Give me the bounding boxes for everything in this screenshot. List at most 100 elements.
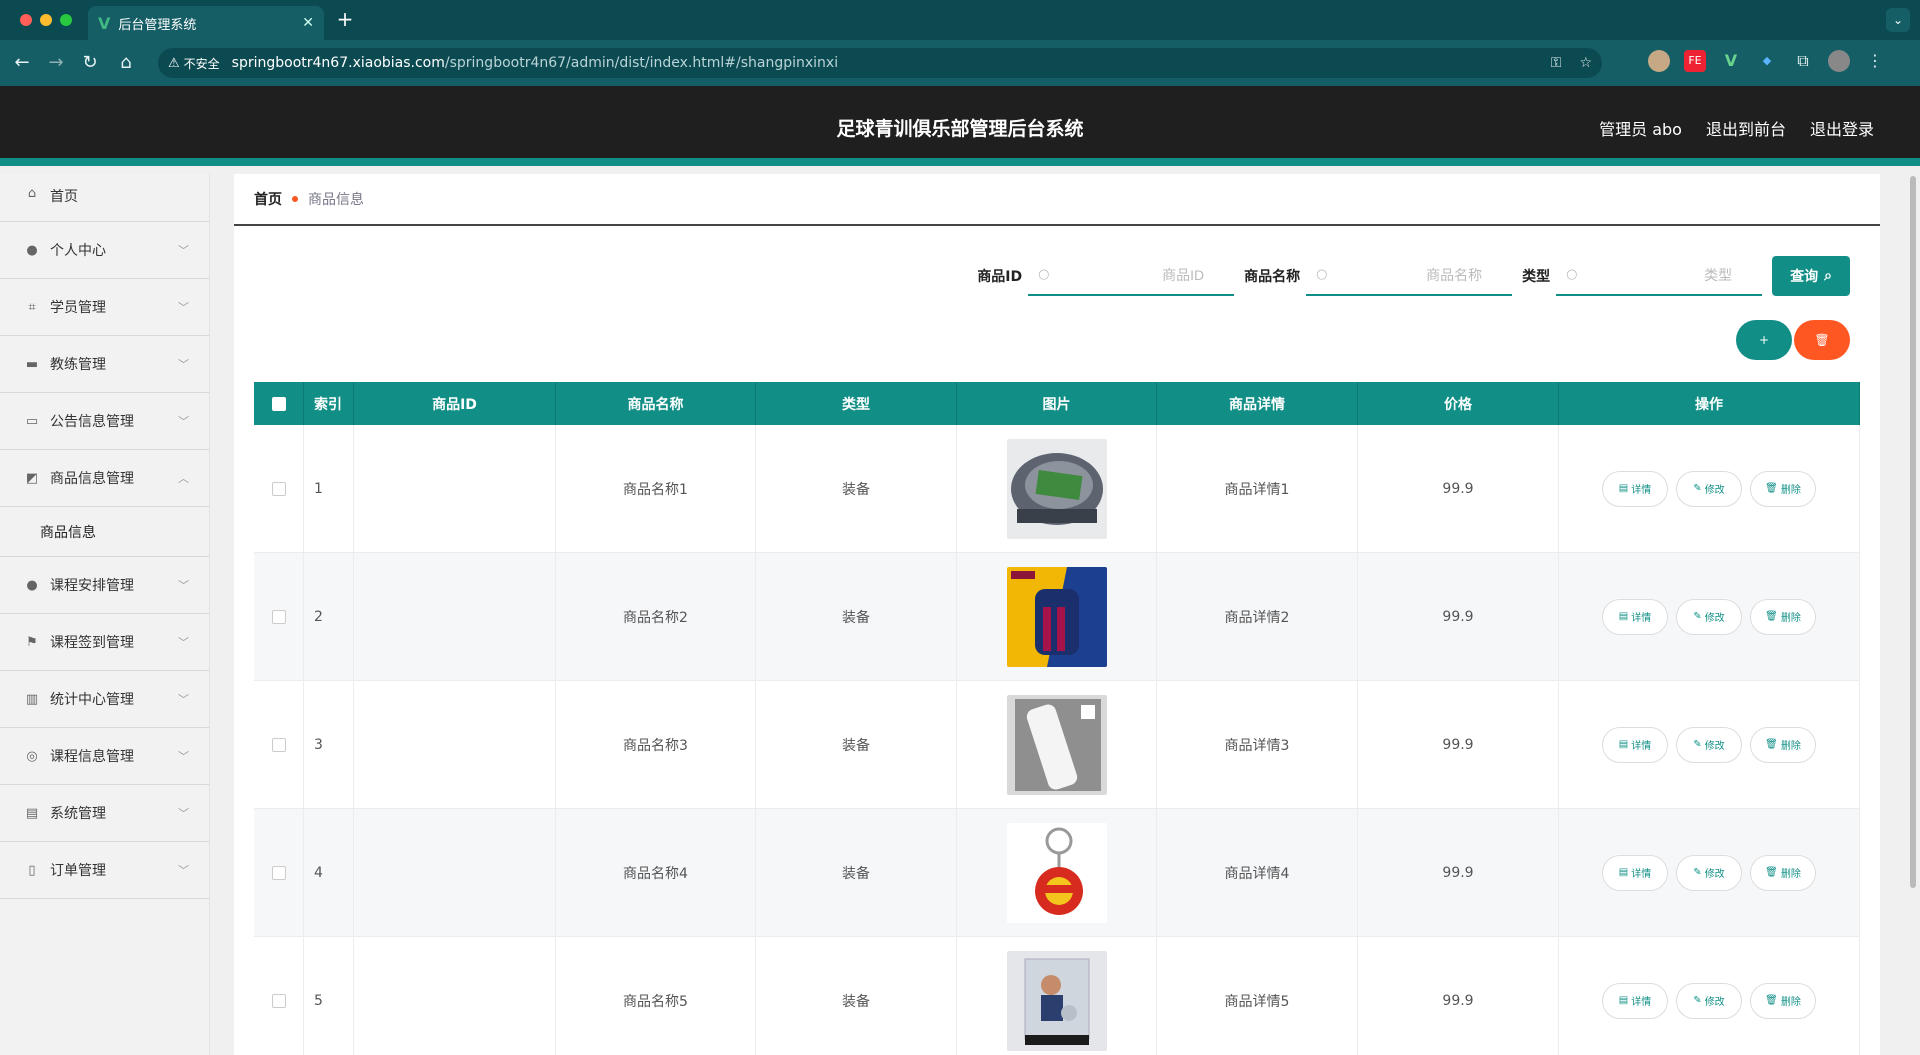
detail-button[interactable]: ▤ 详情 xyxy=(1602,598,1668,635)
row-detail: 商品详情1 xyxy=(1157,425,1358,552)
row-checkbox[interactable] xyxy=(271,609,286,624)
select-all-checkbox[interactable] xyxy=(271,396,286,411)
tab-list-button[interactable]: ⌄ xyxy=(1886,8,1910,32)
card-icon: ▭ xyxy=(25,413,39,429)
search-icon: ○ xyxy=(1038,267,1050,282)
browser-menu-icon[interactable]: ⋮ xyxy=(1864,50,1886,72)
breadcrumb-home[interactable]: 首页 xyxy=(254,189,282,209)
sidebar-item-products[interactable]: ◩ 商品信息管理 ︿ xyxy=(0,450,209,507)
edit-button[interactable]: ✎ 修改 xyxy=(1676,598,1742,635)
product-image-bottle[interactable] xyxy=(1006,694,1107,795)
sidebar-item-checkin[interactable]: ⚑ 课程签到管理 ﹀ xyxy=(0,614,209,671)
product-id-input[interactable] xyxy=(1028,256,1235,294)
url-path: /springbootr4n67/admin/dist/index.html#/… xyxy=(444,55,839,71)
forward-icon[interactable]: → xyxy=(44,51,68,75)
reload-icon[interactable]: ↻ xyxy=(78,51,102,75)
delete-button[interactable]: 🗑 删除 xyxy=(1750,854,1816,891)
browser-tab[interactable]: V 后台管理系统 ✕ xyxy=(88,6,324,40)
search-icon: ⌕ xyxy=(1824,268,1832,284)
home-icon[interactable]: ⌂ xyxy=(114,51,138,75)
chevron-down-icon: ﹀ xyxy=(178,636,189,649)
detail-button[interactable]: ▤ 详情 xyxy=(1602,726,1668,763)
delete-button[interactable]: 🗑 删除 xyxy=(1750,470,1816,507)
search-icon: ○ xyxy=(1566,267,1578,282)
row-price: 99.9 xyxy=(1358,681,1559,808)
owl-extension-icon[interactable] xyxy=(1648,50,1670,72)
table-row: 5 商品名称5 装备 商品详情5 99.9 ▤ 详情 ✎ 修改 🗑 删除 xyxy=(254,937,1860,1055)
key-icon[interactable]: ⚿ xyxy=(1551,55,1562,71)
sidebar-item-statistics[interactable]: ▥ 统计中心管理 ﹀ xyxy=(0,671,209,728)
chevron-down-icon: ﹀ xyxy=(178,358,189,371)
sidebar-item-schedule[interactable]: ● 课程安排管理 ﹀ xyxy=(0,557,209,614)
sidebar-item-announcements[interactable]: ▭ 公告信息管理 ﹀ xyxy=(0,393,209,450)
edit-button[interactable]: ✎ 修改 xyxy=(1676,982,1742,1019)
address-bar[interactable]: ⚠ 不安全 springbootr4n67.xiaobias.com/sprin… xyxy=(158,48,1602,78)
row-checkbox[interactable] xyxy=(271,865,286,880)
trash-icon: 🗑 xyxy=(1765,867,1778,878)
detail-button[interactable]: ▤ 详情 xyxy=(1602,982,1668,1019)
sidebar-item-students[interactable]: ⌗ 学员管理 ﹀ xyxy=(0,279,209,336)
query-button[interactable]: 查询 ⌕ xyxy=(1772,256,1850,296)
delete-button[interactable]: 🗑 删除 xyxy=(1750,982,1816,1019)
chevron-down-icon: ﹀ xyxy=(178,415,189,428)
main-content: 首页 商品信息 商品ID ○ 商品名称 ○ 类型 ○ 查询 ⌕ + 🗑 索引 xyxy=(234,174,1880,1055)
type-field[interactable]: ○ xyxy=(1556,256,1763,296)
sidebar-subitem-product-info[interactable]: 商品信息 xyxy=(0,507,209,557)
fe-extension-icon[interactable]: FE xyxy=(1684,50,1706,72)
delete-button[interactable]: 🗑 删除 xyxy=(1750,598,1816,635)
vue-devtools-icon[interactable]: V xyxy=(1720,50,1742,72)
tab-title: 后台管理系统 xyxy=(118,17,197,33)
profile-avatar-icon[interactable] xyxy=(1828,50,1850,72)
back-icon[interactable]: ← xyxy=(10,51,34,75)
logout-link[interactable]: 退出登录 xyxy=(1810,116,1874,140)
minimize-window-button[interactable] xyxy=(40,14,52,26)
product-image-stadium[interactable] xyxy=(1006,438,1107,539)
back-to-front-link[interactable]: 退出到前台 xyxy=(1706,116,1786,140)
row-product-name: 商品名称3 xyxy=(556,681,756,808)
row-checkbox[interactable] xyxy=(271,993,286,1008)
product-image-figure[interactable] xyxy=(1006,950,1107,1051)
product-image-backpack[interactable] xyxy=(1006,566,1107,667)
sidebar-item-personal[interactable]: ● 个人中心 ﹀ xyxy=(0,222,209,279)
flag-icon: ⚑ xyxy=(26,634,38,650)
edit-button[interactable]: ✎ 修改 xyxy=(1676,854,1742,891)
new-tab-button[interactable]: + xyxy=(334,8,356,30)
breadcrumb-separator xyxy=(292,196,298,202)
delete-button[interactable]: 🗑 删除 xyxy=(1750,726,1816,763)
product-id-field[interactable]: ○ xyxy=(1028,256,1235,296)
row-index: 3 xyxy=(304,681,354,808)
maximize-window-button[interactable] xyxy=(60,14,72,26)
sidebar-item-system[interactable]: ▤ 系统管理 ﹀ xyxy=(0,785,209,842)
row-product-id xyxy=(354,681,556,808)
type-label: 类型 xyxy=(1522,269,1551,285)
pin-extension-icon[interactable]: ◆ xyxy=(1756,50,1778,72)
row-price: 99.9 xyxy=(1358,553,1559,680)
header-detail: 商品详情 xyxy=(1157,382,1358,425)
product-name-input[interactable] xyxy=(1306,256,1513,294)
extensions-icon[interactable]: ⧉ xyxy=(1792,50,1814,72)
page-scrollbar[interactable] xyxy=(1910,176,1916,888)
product-name-field[interactable]: ○ xyxy=(1306,256,1513,296)
pencil-icon: ✎ xyxy=(1693,867,1702,878)
insecure-badge[interactable]: ⚠ 不安全 xyxy=(168,55,220,72)
row-detail: 商品详情5 xyxy=(1157,937,1358,1055)
type-input[interactable] xyxy=(1556,256,1763,294)
bookmark-star-icon[interactable]: ☆ xyxy=(1579,55,1592,71)
edit-button[interactable]: ✎ 修改 xyxy=(1676,726,1742,763)
detail-button[interactable]: ▤ 详情 xyxy=(1602,854,1668,891)
sidebar-item-courses[interactable]: ◎ 课程信息管理 ﹀ xyxy=(0,728,209,785)
sidebar-item-coaches[interactable]: ▬ 教练管理 ﹀ xyxy=(0,336,209,393)
product-image-keychain[interactable] xyxy=(1006,822,1107,923)
tab-close-icon[interactable]: ✕ xyxy=(302,15,314,31)
document-icon: ▤ xyxy=(1618,483,1629,494)
row-checkbox[interactable] xyxy=(271,737,286,752)
sidebar-item-orders[interactable]: ▯ 订单管理 ﹀ xyxy=(0,842,209,899)
batch-delete-button[interactable]: 🗑 xyxy=(1794,320,1850,360)
add-button[interactable]: + xyxy=(1736,320,1792,360)
row-checkbox[interactable] xyxy=(271,481,286,496)
close-window-button[interactable] xyxy=(20,14,32,26)
row-index: 2 xyxy=(304,553,354,680)
detail-button[interactable]: ▤ 详情 xyxy=(1602,470,1668,507)
sidebar-item-home[interactable]: ⌂ 首页 xyxy=(0,174,209,222)
edit-button[interactable]: ✎ 修改 xyxy=(1676,470,1742,507)
